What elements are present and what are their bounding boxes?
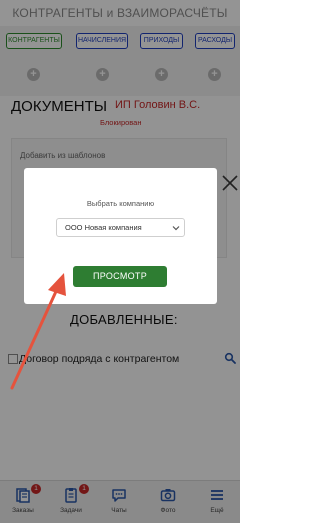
close-icon[interactable] — [219, 172, 241, 194]
chevron-down-icon — [172, 226, 180, 231]
company-select[interactable]: ООО Новая компания — [56, 218, 185, 237]
view-button[interactable]: ПРОСМОТР — [73, 266, 167, 287]
select-company-label: Выбрать компанию — [86, 199, 155, 208]
company-select-value: ООО Новая компания — [65, 223, 142, 232]
